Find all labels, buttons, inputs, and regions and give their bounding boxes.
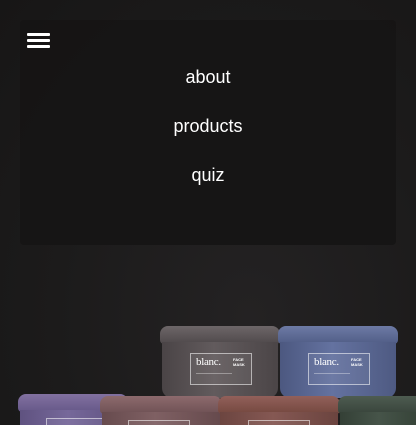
nav-link-about[interactable]: about [20, 65, 396, 114]
nav-link-products[interactable]: products [20, 114, 396, 163]
nav-links: about products quiz [20, 65, 396, 212]
product-jar-grey: blanc. FACE MASK [160, 326, 280, 398]
product-jar-terracotta [218, 396, 340, 425]
product-jar-green [338, 396, 416, 425]
hamburger-menu-icon[interactable] [27, 32, 51, 50]
nav-link-quiz[interactable]: quiz [20, 163, 396, 212]
brand-logo-text: blanc. [314, 356, 339, 368]
brand-logo-text: blanc. [196, 356, 221, 368]
product-jar-rose [100, 396, 222, 425]
page: blanc. FACE MASK blanc. FACE MASK about … [0, 0, 416, 425]
product-jar-blue: blanc. FACE MASK [278, 326, 398, 398]
product-type-label: FACE MASK [351, 357, 363, 367]
product-type-label: FACE MASK [233, 357, 245, 367]
navigation-menu: about products quiz [20, 20, 396, 245]
